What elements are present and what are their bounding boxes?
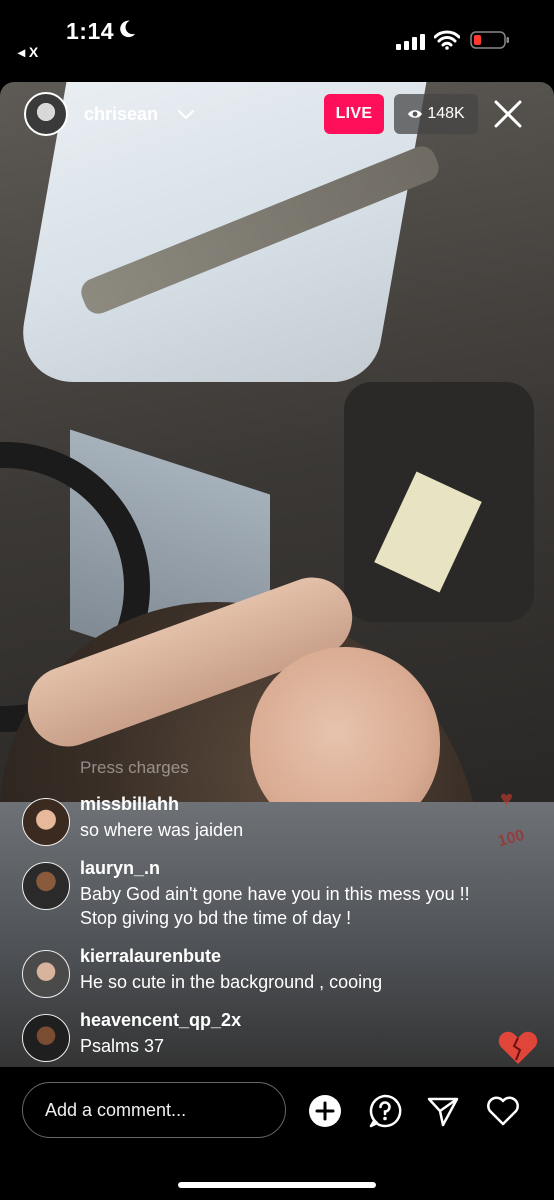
comment-item[interactable]: lauryn_.n Baby God ain't gone have you i… — [22, 858, 482, 934]
status-bar: 1:14 ◂ X — [0, 0, 554, 82]
comment-username[interactable]: heavencent_qp_2x — [80, 1010, 241, 1031]
live-badge: LIVE — [324, 94, 384, 134]
broken-heart-icon — [498, 1031, 538, 1064]
question-icon[interactable] — [368, 1094, 402, 1128]
status-time: 1:14 — [66, 18, 115, 44]
heart-icon[interactable] — [486, 1094, 520, 1128]
close-icon[interactable] — [490, 96, 526, 132]
comment-username[interactable]: kierralaurenbute — [80, 946, 221, 967]
send-icon[interactable] — [426, 1094, 460, 1128]
comment-username[interactable]: lauryn_.n — [80, 858, 160, 879]
comment-item[interactable]: missbillahh so where was jaiden — [22, 794, 482, 846]
comment-username[interactable]: missbillahh — [80, 794, 179, 815]
comment-item[interactable]: kierralaurenbute He so cute in the backg… — [22, 946, 482, 998]
moon-icon — [120, 20, 136, 38]
signal-icon — [396, 34, 425, 50]
chevron-down-icon[interactable] — [176, 106, 196, 122]
wifi-icon — [434, 30, 460, 50]
comment-text: Psalms 37 — [80, 1036, 165, 1056]
floating-heart-icon: ♥ — [500, 786, 514, 811]
viewer-count-badge[interactable]: 148K — [394, 94, 478, 134]
home-indicator[interactable] — [178, 1182, 376, 1188]
avatar[interactable] — [22, 862, 70, 910]
comment-text: so where was jaiden — [80, 820, 244, 840]
comment-input[interactable] — [22, 1082, 286, 1138]
avatar[interactable] — [22, 950, 70, 998]
back-to-app-link[interactable]: ◂ X — [18, 44, 38, 61]
viewer-count: 148K — [427, 105, 465, 122]
comment-text: He so cute in the background , cooing — [80, 972, 383, 992]
battery-low-icon — [470, 31, 509, 49]
avatar[interactable] — [22, 798, 70, 846]
avatar[interactable] — [22, 1014, 70, 1062]
comment-text: Baby God ain't gone have you in this mes… — [80, 884, 470, 928]
faded-comment: Press charges — [80, 758, 189, 777]
host-username[interactable]: chrisean — [84, 104, 158, 125]
comment-item[interactable]: heavencent_qp_2x Psalms 37 — [22, 1010, 482, 1062]
add-circle-icon[interactable] — [308, 1094, 342, 1128]
host-avatar[interactable] — [24, 92, 68, 136]
eye-icon — [408, 110, 423, 118]
